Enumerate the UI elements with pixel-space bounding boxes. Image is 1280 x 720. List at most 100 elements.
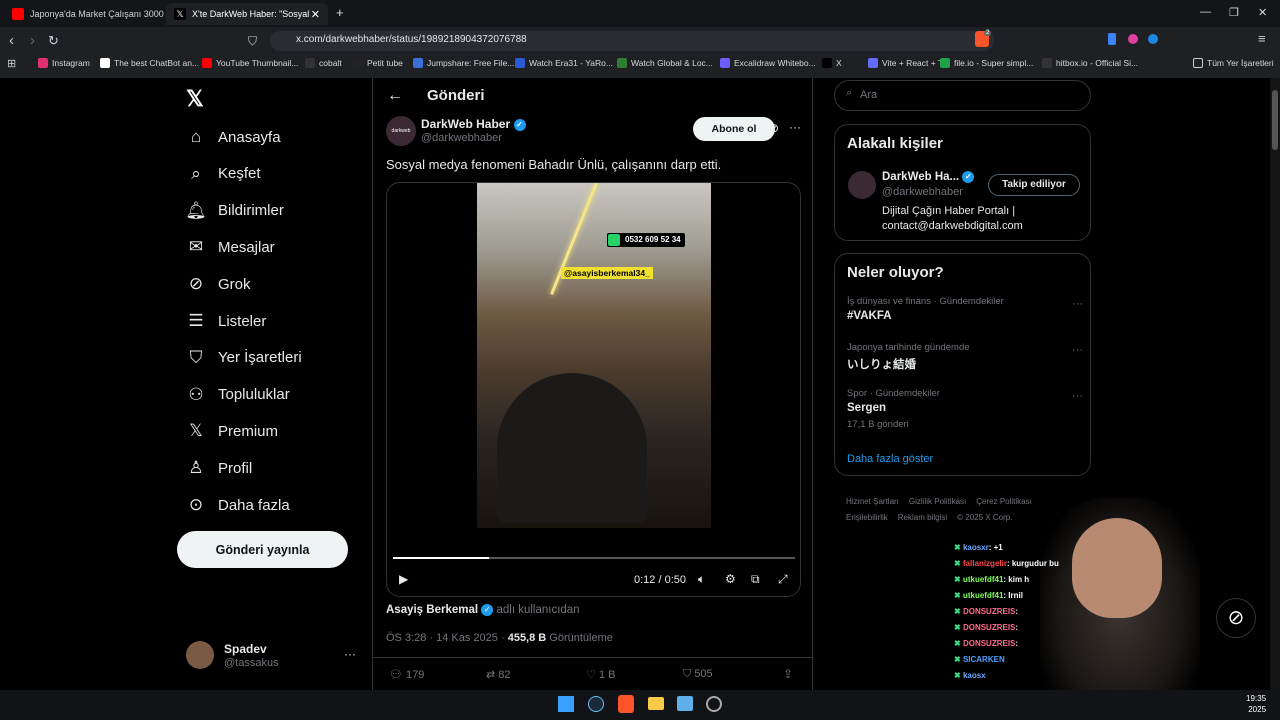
footer-link[interactable]: © 2025 X Corp. xyxy=(957,510,1012,526)
nav-item-profile[interactable]: ♙ Profil xyxy=(185,457,252,479)
more-icon[interactable]: ··· xyxy=(1072,298,1083,310)
menu-icon[interactable]: ≡ xyxy=(1258,31,1266,46)
like-button[interactable]: ♡ 1 B xyxy=(586,668,615,681)
mail-icon: ✉ xyxy=(188,237,204,257)
app-icon[interactable] xyxy=(706,696,722,712)
page-scrollbar[interactable] xyxy=(1270,78,1280,690)
post-button[interactable]: Gönderi yayınla xyxy=(177,531,348,568)
nav-item-more[interactable]: ⊙ Daha fazla xyxy=(185,494,290,516)
bookmark-item[interactable]: Vite + React + TS xyxy=(868,55,949,71)
brave-icon[interactable] xyxy=(618,695,634,713)
author-avatar[interactable]: darkweb xyxy=(386,116,416,146)
app-icon[interactable] xyxy=(677,696,693,711)
footer-link[interactable]: Reklam bilgisi xyxy=(898,510,947,526)
video-credit[interactable]: Asayiş Berkemal ✓ adlı kullanıcıdan xyxy=(386,604,580,616)
related-bio-email[interactable]: contact@darkwebdigital.com xyxy=(882,220,1023,232)
following-button[interactable]: Takip ediliyor xyxy=(988,174,1080,196)
back-icon[interactable]: ‹ xyxy=(9,32,14,49)
search-input[interactable]: Ara xyxy=(834,80,1091,111)
grok-icon[interactable]: ⊘ xyxy=(769,121,779,135)
extension-icon[interactable] xyxy=(1148,34,1158,44)
new-tab-button[interactable]: + xyxy=(336,5,344,20)
footer-link[interactable]: Erişilebilirlik xyxy=(846,510,888,526)
footer-link[interactable]: Hizmet Şartları xyxy=(846,494,899,510)
maximize-button[interactable]: ❐ xyxy=(1229,6,1239,19)
steam-icon[interactable] xyxy=(588,696,604,712)
bookmark-item[interactable]: hitbox.io - Official Si... xyxy=(1042,55,1138,71)
extension-icon[interactable] xyxy=(1128,34,1138,44)
nav-item-communities[interactable]: ⚇ Topluluklar xyxy=(185,384,289,406)
trend-item[interactable]: İş dünyası ve finans · Gündemdekiler #VAK… xyxy=(847,296,1083,322)
bookmarks-folder[interactable]: Tüm Yer İşaretleri xyxy=(1193,55,1274,71)
close-window-button[interactable]: ✕ xyxy=(1258,6,1267,19)
bookmark-item[interactable]: YouTube Thumbnail... xyxy=(202,55,298,71)
system-clock[interactable]: 19:35 2025 xyxy=(1246,693,1266,715)
chat-badge-icon: ✖ xyxy=(954,607,963,616)
windows-start-icon[interactable] xyxy=(558,696,574,712)
nav-item-premium[interactable]: 𝕏 Premium xyxy=(185,420,278,442)
reload-icon[interactable]: ↻ xyxy=(48,33,59,49)
x-logo-icon[interactable]: 𝕏 xyxy=(186,86,204,112)
footer-link[interactable]: Çerez Politikası xyxy=(976,494,1032,510)
footer-link[interactable]: Gizlilik Politikası xyxy=(909,494,966,510)
nav-item-explore[interactable]: ⌕ Keşfet xyxy=(185,163,260,185)
bookmark-item[interactable]: The best ChatBot an... xyxy=(100,55,199,71)
nav-item-home[interactable]: ⌂ Anasayfa xyxy=(185,126,281,148)
tab-youtube[interactable]: Japonya'da Market Çalışanı 3000 Dol xyxy=(4,3,164,25)
video-scrubber[interactable] xyxy=(393,557,795,559)
nav-item-bookmarks[interactable]: ⛉ Yer İşaretleri xyxy=(185,347,302,369)
play-icon[interactable]: ▶ xyxy=(399,572,408,586)
bookmark-button[interactable]: ⛉ 505 xyxy=(683,668,713,681)
more-icon[interactable]: ··· xyxy=(344,647,356,661)
account-switcher[interactable]: Spadev @tassakus ··· xyxy=(186,641,366,671)
chat-message: ✖ kaosxr: +1 xyxy=(954,540,1094,556)
folder-icon[interactable] xyxy=(648,697,664,710)
subscribe-button[interactable]: Abone ol xyxy=(693,117,775,141)
more-icon[interactable]: ··· xyxy=(1072,344,1083,356)
nav-item-notifications[interactable]: 🔔︎ Bildirimler xyxy=(185,200,284,222)
address-bar[interactable]: x.com/darkwebhaber/status/19892189043720… xyxy=(270,31,994,51)
pip-icon[interactable]: ⧉ xyxy=(751,572,760,587)
related-name-row[interactable]: DarkWeb Ha... ✓ xyxy=(882,171,975,183)
bookmark-item[interactable]: Excalidraw Whitebo... xyxy=(720,55,816,71)
avatar[interactable] xyxy=(848,171,876,199)
more-icon[interactable]: ··· xyxy=(1072,390,1083,402)
bookmark-item[interactable]: Instagram xyxy=(38,55,90,71)
bookmark-page-icon[interactable]: ⛉ xyxy=(248,34,257,49)
nav-item-grok[interactable]: ⊘ Grok xyxy=(185,273,251,295)
show-more-link[interactable]: Daha fazla göster xyxy=(847,453,933,465)
video-player[interactable]: 0532 609 52 34 @asayisberkemal34_ ▶ 0:12… xyxy=(386,182,801,597)
clock-date: 2025 xyxy=(1248,705,1267,714)
nav-item-lists[interactable]: ☰ Listeler xyxy=(185,310,266,332)
forward-icon[interactable]: › xyxy=(30,32,35,49)
scroll-thumb[interactable] xyxy=(1272,90,1278,150)
extension-icon[interactable] xyxy=(1108,33,1116,45)
apps-grid-icon[interactable]: ⊞ xyxy=(7,57,16,70)
chat-message: ✖ DONSUZREIS: xyxy=(954,620,1094,636)
bookmark-label: Petit tube xyxy=(367,58,403,68)
grok-float-icon[interactable]: ⊘ xyxy=(1216,598,1256,638)
nav-item-messages[interactable]: ✉ Mesajlar xyxy=(185,236,275,258)
back-arrow-icon[interactable]: ← xyxy=(387,87,403,105)
author-name-row[interactable]: DarkWeb Haber ✓ xyxy=(421,117,526,131)
trend-item[interactable]: Japonya tarihinde gündemde いしりょ結婚 ··· xyxy=(847,342,1083,372)
share-icon[interactable]: ⇪ xyxy=(783,667,793,681)
fullscreen-icon[interactable]: ⤢ xyxy=(778,572,788,587)
bookmark-item[interactable]: X xyxy=(822,55,842,71)
bookmark-item[interactable]: Jumpshare: Free File... xyxy=(413,55,514,71)
close-tab-icon[interactable]: ✕ xyxy=(311,8,320,21)
bookmark-item[interactable]: Watch Era31 - YaRo... xyxy=(515,55,613,71)
bookmark-item[interactable]: cobalt xyxy=(305,55,342,71)
volume-icon[interactable]: 🔈︎ xyxy=(698,572,705,587)
minimize-button[interactable]: — xyxy=(1200,6,1211,18)
repost-button[interactable]: ⇄ 82 xyxy=(486,668,511,681)
settings-icon[interactable]: ⚙︎ xyxy=(725,572,736,586)
tab-x-post[interactable]: 𝕏 X'te DarkWeb Haber: "Sosyal ✕ xyxy=(166,3,328,25)
trend-item[interactable]: Spor · Gündemdekiler Sergen ··· 17,1 B gönd… xyxy=(847,388,1083,430)
bookmark-item[interactable]: file.io - Super simpl... xyxy=(940,55,1033,71)
reply-button[interactable]: 💬︎ 179 xyxy=(389,668,424,681)
post-timestamp[interactable]: ÖS 3:28 · 14 Kas 2025 · xyxy=(386,632,505,644)
more-icon[interactable]: ··· xyxy=(789,120,801,134)
bookmark-item[interactable]: Watch Global & Loc... xyxy=(617,55,713,71)
bookmark-item[interactable]: Petit tube xyxy=(353,55,403,71)
